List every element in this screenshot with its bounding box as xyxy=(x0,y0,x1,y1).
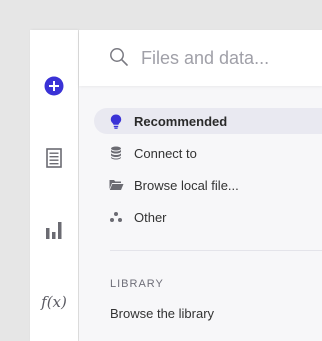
search-input[interactable] xyxy=(141,44,321,72)
bar-chart-icon xyxy=(46,222,62,239)
menu-item-label: Other xyxy=(134,209,167,225)
browse-library-link[interactable]: Browse the library xyxy=(110,306,214,321)
lightbulb-icon xyxy=(108,113,124,129)
menu-item-browse-local[interactable]: Browse local file... xyxy=(94,172,322,198)
database-icon xyxy=(108,145,124,161)
sidebar-item-formula[interactable]: f(x) xyxy=(30,282,78,322)
dots-icon xyxy=(108,209,124,225)
function-icon: f(x) xyxy=(41,293,67,311)
plus-circle-icon xyxy=(44,76,64,96)
sidebar-item-add[interactable] xyxy=(30,66,78,106)
search-bar xyxy=(79,30,322,86)
menu-item-other[interactable]: Other xyxy=(94,204,322,230)
table-icon xyxy=(46,148,62,168)
folder-open-icon xyxy=(108,177,124,193)
menu-item-label: Browse local file... xyxy=(134,177,239,193)
menu-item-label: Connect to xyxy=(134,145,197,161)
sidebar-item-chart[interactable] xyxy=(30,210,78,250)
sidebar-item-table[interactable] xyxy=(30,138,78,178)
data-panel: Recommended Connect to Browse local file… xyxy=(79,30,322,341)
menu-item-connect[interactable]: Connect to xyxy=(94,140,322,166)
sidebar: f(x) xyxy=(30,30,78,341)
menu-item-recommended[interactable]: Recommended xyxy=(94,108,322,134)
divider xyxy=(110,250,322,251)
menu-item-label: Recommended xyxy=(134,113,228,129)
library-section-header: LIBRARY xyxy=(110,278,164,290)
search-icon xyxy=(110,48,128,66)
